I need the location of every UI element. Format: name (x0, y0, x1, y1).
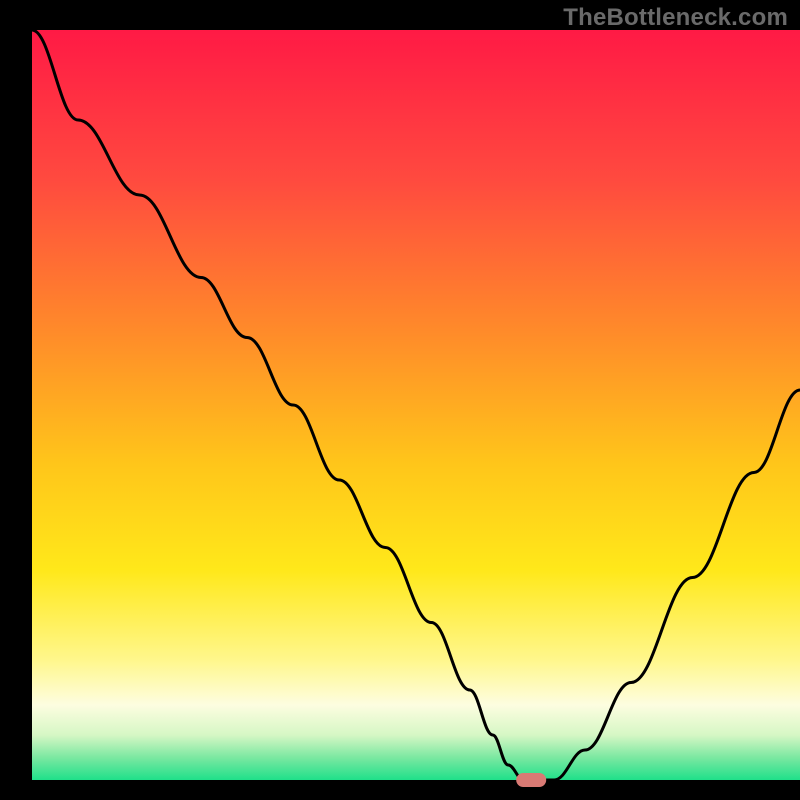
watermark-text: TheBottleneck.com (563, 4, 788, 32)
chart-frame: TheBottleneck.com (0, 0, 800, 800)
bottleneck-chart (0, 0, 800, 800)
optimum-marker (516, 773, 546, 787)
plot-background (32, 30, 800, 780)
